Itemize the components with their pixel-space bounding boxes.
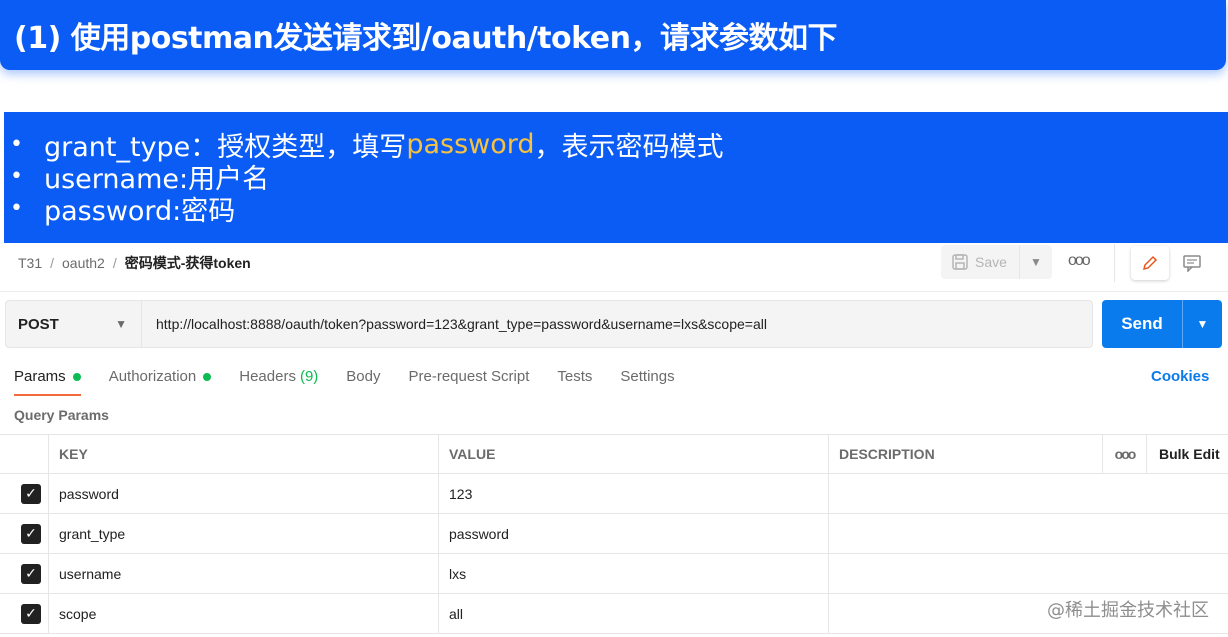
breadcrumb-collection[interactable]: oauth2 [62, 255, 105, 271]
tab-label: Pre-request Script [408, 368, 530, 385]
tab-label: Settings [620, 368, 675, 385]
slide-bullets: • grant_type：授权类型，填写 password ，表示密码模式 • us… [4, 112, 1228, 243]
checkbox-checked-icon: ✓ [21, 483, 41, 504]
checkbox-checked-icon: ✓ [21, 563, 41, 584]
checkbox-checked-icon: ✓ [21, 523, 41, 544]
save-options-button[interactable]: ▼ [1019, 245, 1052, 279]
save-label: Save [975, 254, 1007, 270]
chevron-down-icon: ▼ [1196, 317, 1209, 331]
tab-tests[interactable]: Tests [557, 362, 592, 396]
tab-params[interactable]: Params [14, 362, 81, 396]
bullet-text: password:密码 [44, 195, 236, 227]
breadcrumb-separator: / [50, 255, 55, 271]
more-options-icon[interactable]: ooo [1068, 252, 1091, 270]
request-bar: POST ▼ http://localhost:8888/oauth/token… [5, 300, 1093, 348]
status-dot [203, 373, 212, 381]
breadcrumb-workspace[interactable]: T31 [18, 255, 42, 271]
send-options-button[interactable]: ▼ [1182, 300, 1222, 348]
row-checkbox[interactable]: ✓ [0, 474, 48, 513]
save-disk-icon [952, 254, 968, 270]
query-params-title: Query Params [14, 407, 109, 423]
url-input[interactable]: http://localhost:8888/oauth/token?passwo… [142, 301, 1092, 347]
row-checkbox[interactable]: ✓ [0, 514, 48, 553]
tab-headers[interactable]: Headers (9) [239, 362, 318, 396]
tab-label: Body [346, 368, 381, 385]
tab-body[interactable]: Body [346, 362, 380, 396]
tab-count: (9) [299, 368, 319, 385]
param-value-cell[interactable]: all [438, 594, 828, 633]
table-header-row: KEY VALUE DESCRIPTION ooo Bulk Edit [0, 434, 1228, 474]
param-key-cell[interactable]: scope [48, 594, 438, 633]
method-select[interactable]: POST ▼ [6, 301, 142, 347]
url-text: http://localhost:8888/oauth/token?passwo… [156, 316, 767, 332]
comment-icon[interactable] [1179, 250, 1205, 276]
table-row: ✓ username lxs [0, 554, 1228, 594]
tab-label: Tests [557, 368, 593, 385]
param-value-cell[interactable]: 123 [438, 474, 828, 513]
tab-pre-request-script[interactable]: Pre-request Script [409, 362, 530, 396]
status-dot [72, 373, 81, 381]
row-checkbox[interactable]: ✓ [0, 554, 48, 593]
chevron-down-icon: ▼ [1030, 255, 1042, 269]
param-description-cell[interactable] [828, 554, 1228, 593]
bullet-suffix: ，表示密码模式 [534, 131, 724, 163]
table-row: ✓ password 123 [0, 474, 1228, 514]
save-button-label-group[interactable]: Save [941, 253, 1019, 271]
slide-title: (1) 使用postman发送请求到/oauth/token，请求参数如下 [14, 21, 838, 56]
tab-label: Headers [239, 368, 296, 385]
breadcrumb-request-name[interactable]: 密码模式-获得token [125, 253, 251, 273]
column-header-value: VALUE [438, 435, 828, 473]
param-key-cell[interactable]: password [48, 474, 438, 513]
header-divider [0, 291, 1228, 292]
pencil-icon-glyph [1142, 255, 1158, 271]
save-button[interactable]: Save ▼ [941, 245, 1052, 279]
checkbox-checked-icon: ✓ [21, 603, 41, 624]
column-options-icon[interactable]: ooo [1102, 435, 1146, 473]
bulk-edit-button[interactable]: Bulk Edit [1146, 435, 1228, 473]
send-label[interactable]: Send [1102, 300, 1182, 348]
bullet-dot: • [10, 163, 23, 189]
table-row: ✓ grant_type password [0, 514, 1228, 554]
chevron-down-icon: ▼ [115, 317, 127, 331]
send-button[interactable]: Send ▼ [1102, 300, 1222, 348]
tab-authorization[interactable]: Authorization [109, 362, 212, 396]
tab-settings[interactable]: Settings [620, 362, 674, 396]
param-description-cell[interactable] [828, 514, 1228, 553]
bullet-highlight: password [406, 128, 535, 160]
request-tabs: Params Authorization Headers (9) Body Pre… [14, 362, 703, 396]
bullet-item: • username:用户名 [10, 160, 1228, 195]
breadcrumb-separator: / [112, 255, 117, 271]
row-checkbox[interactable]: ✓ [0, 594, 48, 633]
param-value-cell[interactable]: lxs [438, 554, 828, 593]
slide-title-bar: (1) 使用postman发送请求到/oauth/token，请求参数如下 [0, 0, 1226, 70]
cookies-link[interactable]: Cookies [1151, 368, 1209, 385]
table-row: ✓ scope all [0, 594, 1228, 634]
param-description-cell[interactable] [828, 474, 1228, 513]
query-params-table: KEY VALUE DESCRIPTION ooo Bulk Edit ✓ pa… [0, 434, 1228, 634]
param-key-cell[interactable]: grant_type [48, 514, 438, 553]
method-label: POST [18, 315, 59, 333]
breadcrumb: T31 / oauth2 / 密码模式-获得token [18, 252, 251, 274]
watermark: @稀土掘金技术社区 [1047, 600, 1209, 621]
column-header-description: DESCRIPTION [828, 435, 1102, 473]
bullet-dot: • [10, 131, 23, 157]
comment-icon-glyph [1183, 255, 1201, 272]
header-checkbox-cell [0, 435, 48, 473]
right-side-tools [1114, 244, 1222, 282]
param-value-cell[interactable]: password [438, 514, 828, 553]
bullet-item: • password:密码 [10, 192, 1228, 227]
bullet-dot: • [10, 195, 23, 221]
tab-label: Params [14, 368, 66, 385]
pencil-icon[interactable] [1131, 246, 1169, 280]
column-header-key: KEY [48, 435, 438, 473]
tab-label: Authorization [108, 368, 197, 385]
bullet-item: • grant_type：授权类型，填写 password ，表示密码模式 [10, 128, 1228, 163]
param-key-cell[interactable]: username [48, 554, 438, 593]
